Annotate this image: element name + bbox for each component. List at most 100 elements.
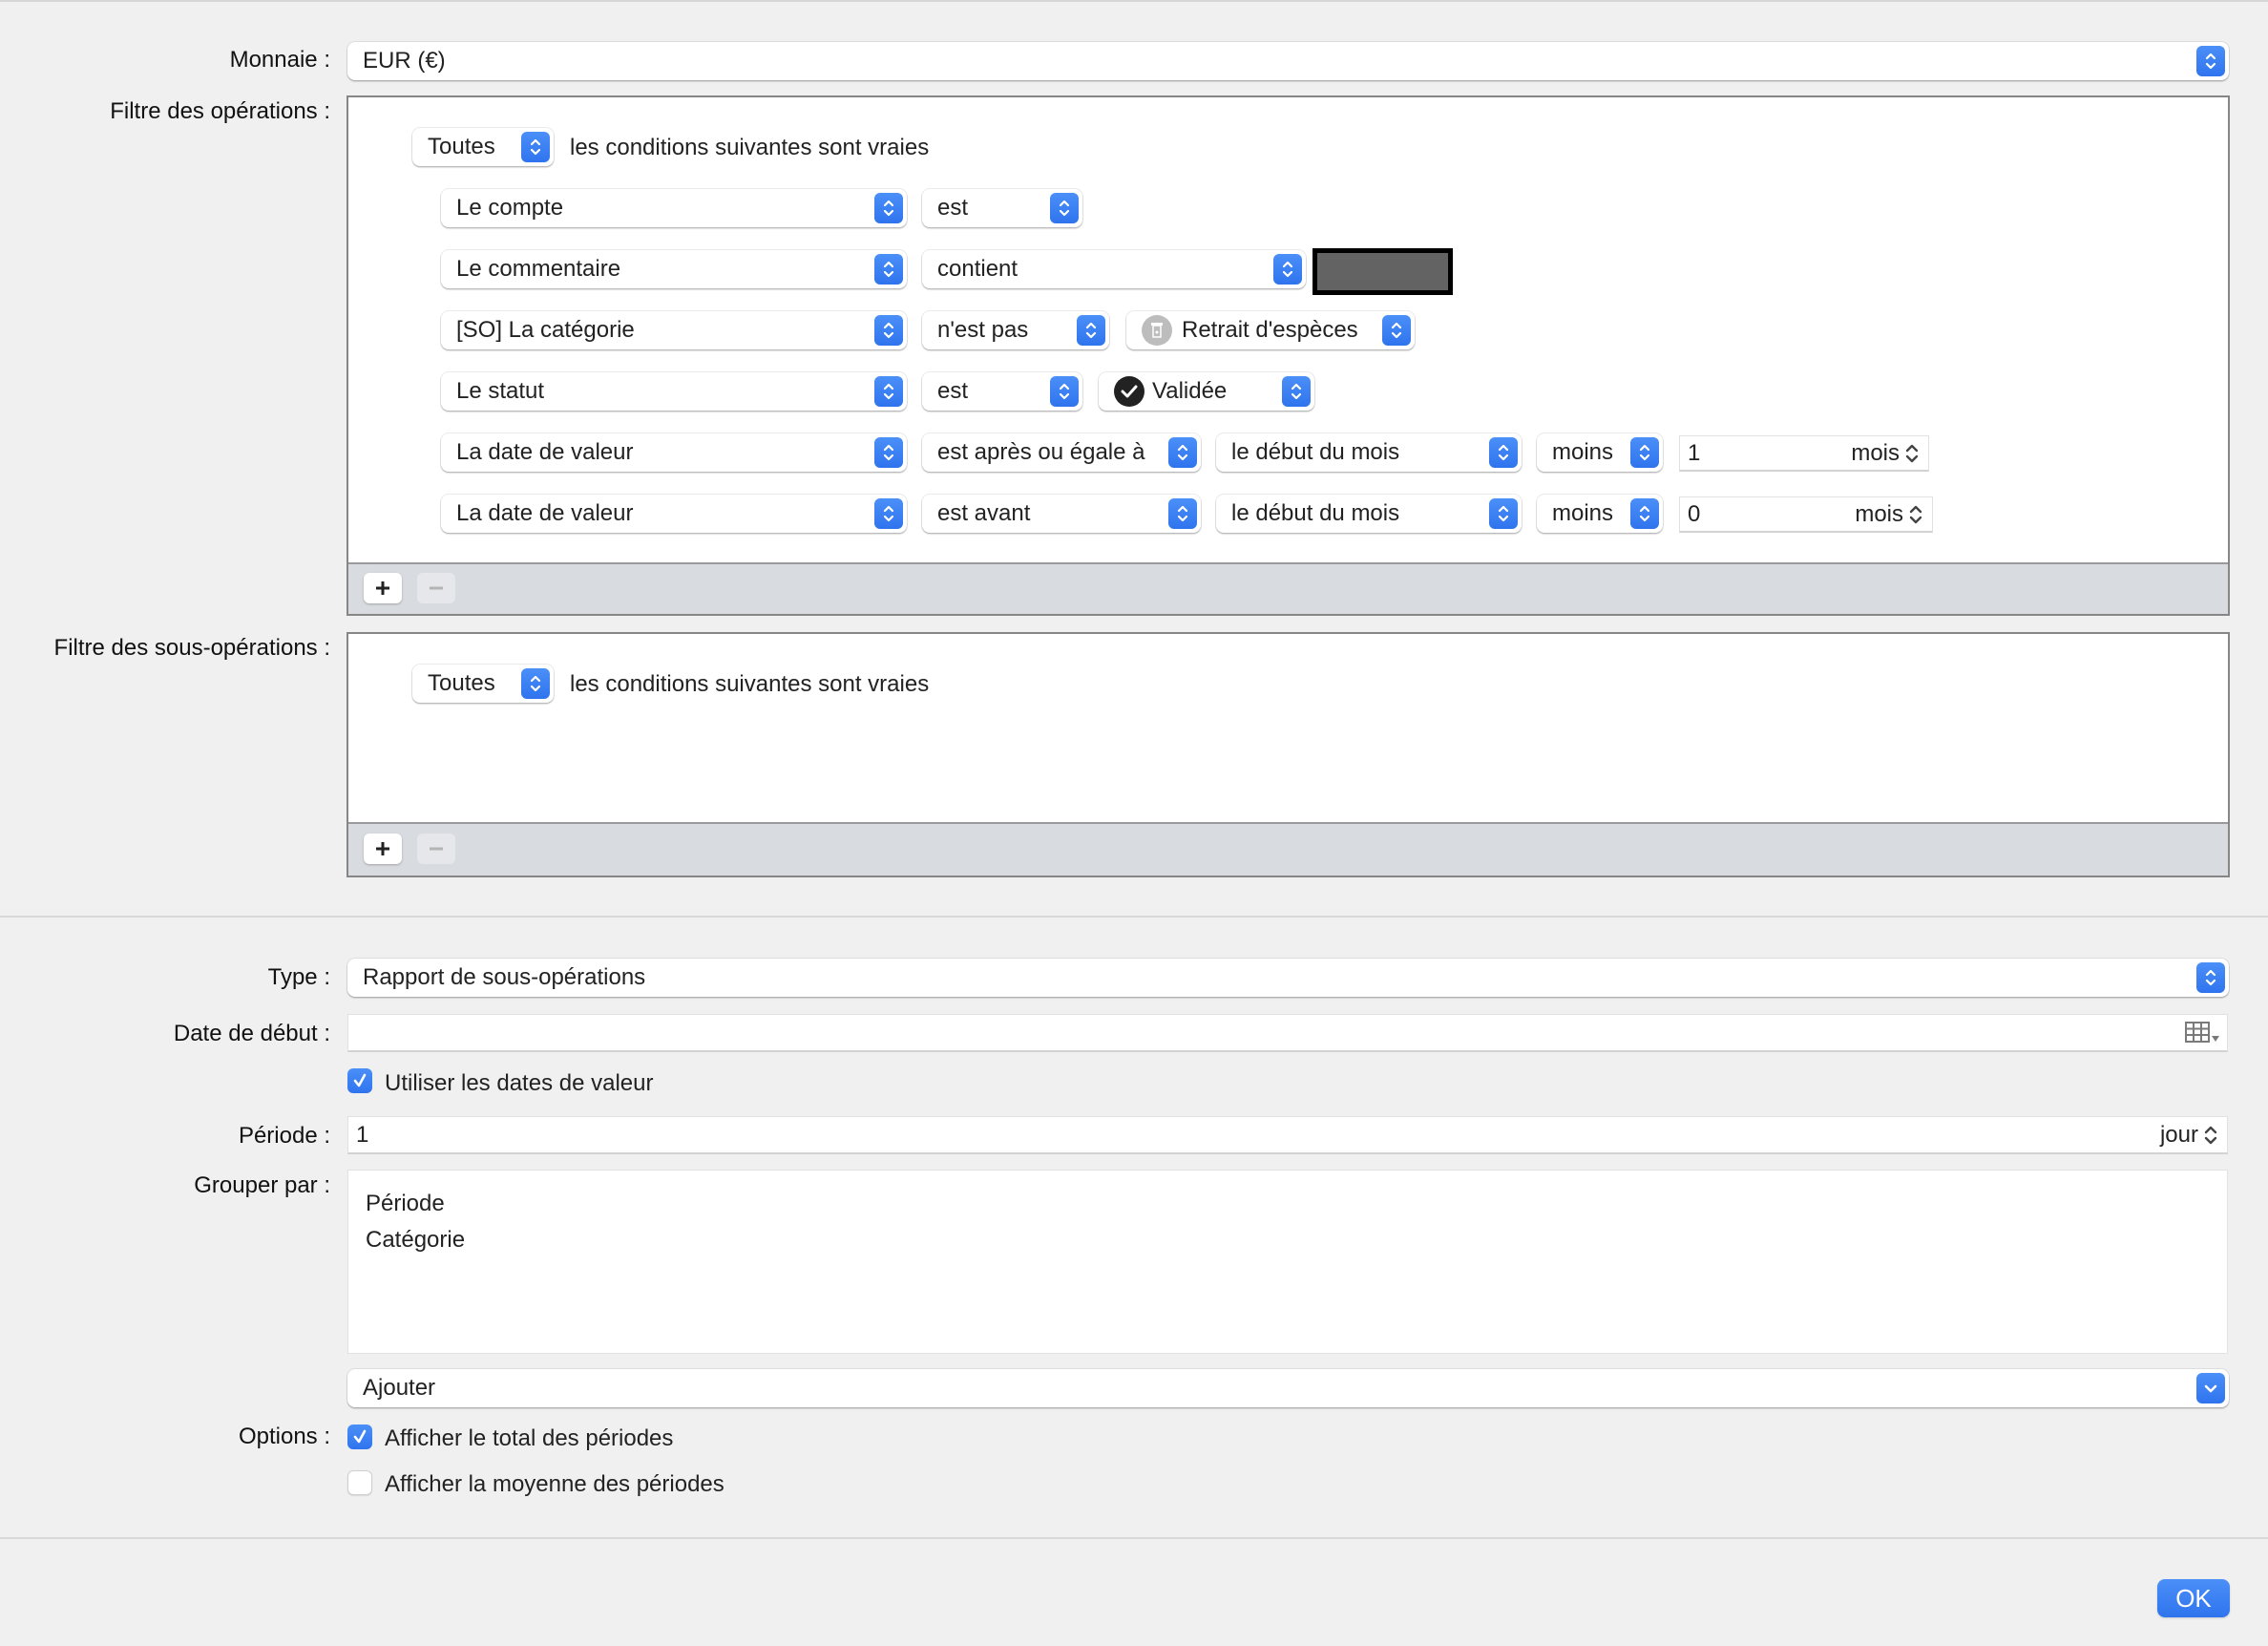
- remove-condition-button[interactable]: [417, 573, 455, 603]
- currency-select[interactable]: EUR (€): [347, 42, 2229, 80]
- up-down-chevron-icon: [1630, 498, 1659, 529]
- group-by-list[interactable]: Période Catégorie: [347, 1170, 2228, 1354]
- up-down-chevron-icon: [874, 498, 903, 529]
- condition-offset-op-select[interactable]: moins: [1537, 495, 1663, 533]
- show-period-average-checkbox[interactable]: [347, 1470, 372, 1495]
- condition-operator-value: est avant: [937, 500, 1031, 526]
- condition-field-value: Le statut: [456, 378, 545, 404]
- footer-divider: [0, 1537, 2268, 1539]
- period-unit-stepper-icon[interactable]: [2202, 1123, 2219, 1148]
- section-divider: [0, 916, 2268, 918]
- condition-reference-select[interactable]: le début du mois: [1216, 495, 1522, 533]
- up-down-chevron-icon: [1050, 193, 1079, 223]
- up-down-chevron-icon: [1489, 437, 1518, 468]
- currency-label: Monnaie :: [229, 47, 330, 73]
- atm-withdrawal-icon: [1142, 315, 1172, 346]
- add-grouping-value: Ajouter: [363, 1375, 436, 1401]
- period-value: 1: [356, 1121, 369, 1148]
- condition-reference-value: le début du mois: [1231, 500, 1400, 526]
- condition-status-select[interactable]: Validée: [1099, 372, 1314, 411]
- show-period-total-label: Afficher le total des périodes: [385, 1425, 674, 1451]
- sub-match-mode-select[interactable]: Toutes: [412, 665, 554, 703]
- condition-offset-op-value: moins: [1552, 439, 1614, 465]
- add-condition-button[interactable]: [364, 573, 402, 603]
- condition-offset-field[interactable]: 1 mois: [1679, 435, 1929, 472]
- group-by-item[interactable]: Catégorie: [366, 1226, 465, 1255]
- condition-operator-select[interactable]: est avant: [922, 495, 1201, 533]
- condition-offset-value: 1: [1688, 439, 1701, 466]
- remove-subcondition-button[interactable]: [417, 834, 455, 864]
- up-down-chevron-icon: [2196, 962, 2225, 993]
- options-label: Options :: [238, 1424, 330, 1449]
- period-label: Période :: [238, 1123, 330, 1149]
- sub-match-mode-value: Toutes: [428, 670, 495, 696]
- condition-field-select[interactable]: La date de valeur: [441, 433, 907, 472]
- condition-reference-select[interactable]: le début du mois: [1216, 433, 1522, 472]
- condition-field-select[interactable]: La date de valeur: [441, 495, 907, 533]
- period-field[interactable]: 1 jour: [347, 1116, 2228, 1154]
- use-value-dates-checkbox[interactable]: [347, 1068, 372, 1093]
- suboperations-filter-footer: [348, 822, 2228, 876]
- sub-match-text: les conditions suivantes sont vraies: [570, 671, 930, 697]
- group-by-label: Grouper par :: [194, 1172, 330, 1198]
- condition-operator-select[interactable]: n'est pas: [922, 311, 1109, 349]
- up-down-chevron-icon: [1282, 376, 1311, 407]
- condition-offset-unit: mois: [1855, 500, 1903, 527]
- condition-operator-value: est après ou égale à: [937, 439, 1145, 465]
- condition-offset-op-value: moins: [1552, 500, 1614, 526]
- up-down-chevron-icon: [1168, 498, 1197, 529]
- unit-stepper-icon[interactable]: [1907, 502, 1924, 527]
- condition-field-select[interactable]: [SO] La catégorie: [441, 311, 907, 349]
- chevron-down-icon: [2196, 1373, 2225, 1403]
- up-down-chevron-icon: [1489, 498, 1518, 529]
- condition-operator-select[interactable]: est après ou égale à: [922, 433, 1201, 472]
- up-down-chevron-icon: [1077, 315, 1105, 346]
- condition-offset-field[interactable]: 0 mois: [1679, 496, 1933, 533]
- up-down-chevron-icon: [874, 376, 903, 407]
- add-subcondition-button[interactable]: [364, 834, 402, 864]
- suboperations-filter-box: [346, 632, 2230, 877]
- condition-field-select[interactable]: Le commentaire: [441, 250, 907, 288]
- type-label: Type :: [267, 964, 330, 990]
- condition-operator-value: contient: [937, 256, 1018, 282]
- group-by-item[interactable]: Période: [366, 1190, 445, 1218]
- up-down-chevron-icon: [1168, 437, 1197, 468]
- checkmark-icon: [353, 1429, 367, 1444]
- condition-operator-select[interactable]: est: [922, 372, 1082, 411]
- start-date-field[interactable]: [347, 1014, 2228, 1052]
- comment-value-field-redacted[interactable]: [1312, 248, 1453, 295]
- condition-field-select[interactable]: Le statut: [441, 372, 907, 411]
- condition-operator-value: n'est pas: [937, 317, 1029, 343]
- condition-field-select[interactable]: Le compte: [441, 189, 907, 227]
- up-down-chevron-icon: [874, 193, 903, 223]
- condition-offset-value: 0: [1688, 500, 1701, 527]
- add-grouping-select[interactable]: Ajouter: [347, 1369, 2229, 1407]
- up-down-chevron-icon: [521, 668, 550, 699]
- minus-icon: [430, 847, 443, 851]
- checkmark-icon: [353, 1073, 367, 1087]
- plus-icon: [376, 842, 389, 855]
- match-text: les conditions suivantes sont vraies: [570, 135, 930, 160]
- condition-operator-value: est: [937, 378, 969, 404]
- unit-stepper-icon[interactable]: [1903, 441, 1921, 466]
- up-down-chevron-icon: [874, 437, 903, 468]
- up-down-chevron-icon: [1050, 376, 1079, 407]
- match-mode-value: Toutes: [428, 134, 495, 159]
- report-type-select[interactable]: Rapport de sous-opérations: [347, 959, 2229, 997]
- currency-value: EUR (€): [363, 48, 446, 74]
- condition-field-value: Le compte: [456, 195, 564, 221]
- calendar-picker-icon[interactable]: [2185, 1021, 2221, 1045]
- condition-operator-select[interactable]: est: [922, 189, 1082, 227]
- condition-category-select[interactable]: Retrait d'espèces: [1126, 311, 1415, 349]
- operations-filter-footer: [348, 562, 2228, 614]
- condition-category-value: Retrait d'espèces: [1182, 317, 1358, 343]
- up-down-chevron-icon: [1382, 315, 1411, 346]
- condition-offset-op-select[interactable]: moins: [1537, 433, 1663, 472]
- plus-icon: [376, 581, 389, 595]
- condition-operator-select[interactable]: contient: [922, 250, 1306, 288]
- ok-button[interactable]: OK: [2157, 1579, 2230, 1617]
- condition-field-value: Le commentaire: [456, 256, 621, 282]
- suboperations-filter-label: Filtre des sous-opérations :: [53, 635, 330, 661]
- match-mode-select[interactable]: Toutes: [412, 128, 554, 166]
- show-period-total-checkbox[interactable]: [347, 1424, 372, 1449]
